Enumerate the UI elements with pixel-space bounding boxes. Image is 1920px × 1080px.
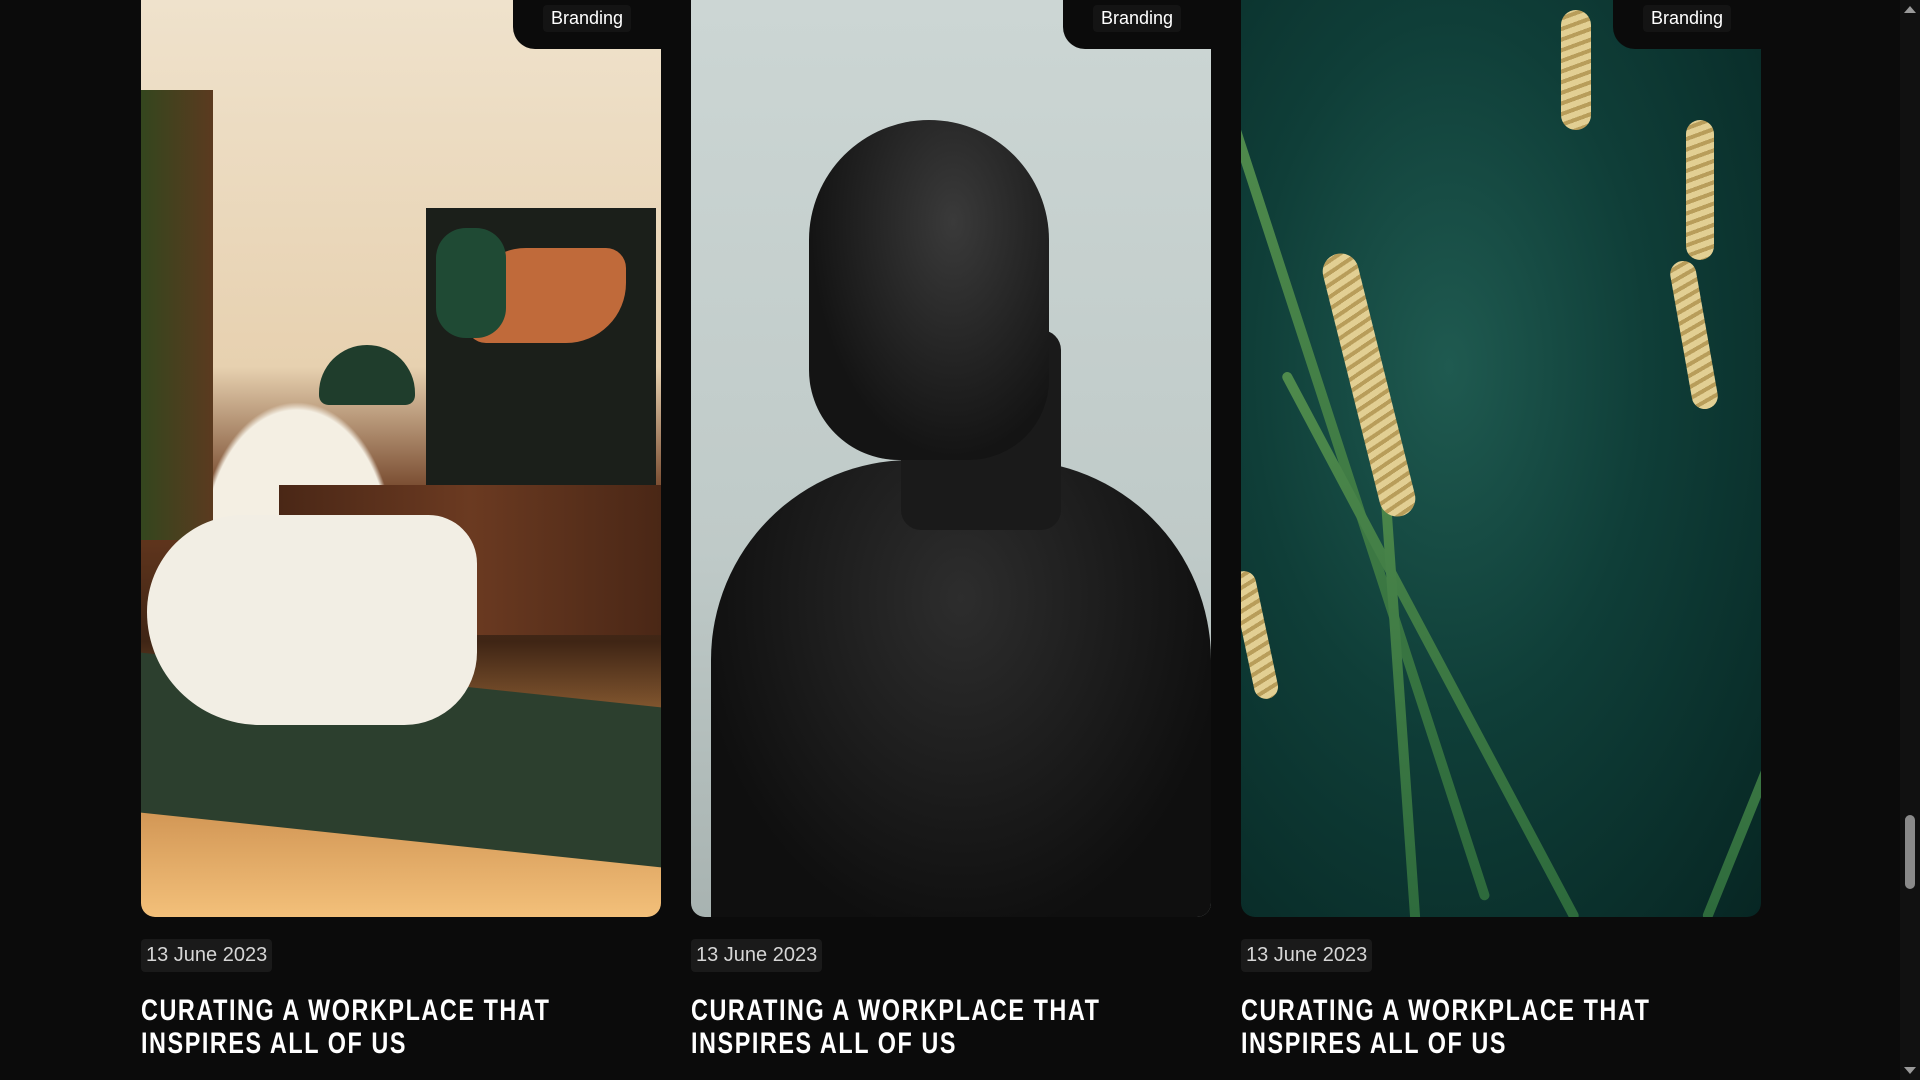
scroll-up-arrow-icon[interactable] [1904,6,1916,13]
scroll-down-arrow-icon[interactable] [1904,1067,1916,1074]
post-image-interior[interactable]: Branding [141,0,661,917]
interior-photo [141,0,661,917]
vertical-scrollbar[interactable] [1900,0,1920,1080]
tag-tab: Branding [1062,0,1211,49]
photo-helmet [809,120,1049,460]
tag-tab: Branding [512,0,661,49]
post-grid: Branding 13 June 2023 CURATING A WORKPLA… [141,0,1761,1060]
scrollbar-thumb[interactable] [1905,815,1915,889]
post-title[interactable]: CURATING A WORKPLACE THAT INSPIRES ALL O… [691,994,1198,1060]
post-card[interactable]: Branding 13 June 2023 CURATING A WORKPLA… [141,0,661,1060]
photo-lamp [319,345,415,405]
photo-door [141,90,213,540]
photo-blade [1241,118,1491,902]
photo-seedhead [1686,120,1714,260]
category-tag[interactable]: Branding [542,5,631,32]
grass-photo [1241,0,1761,917]
figure-photo [691,0,1211,917]
photo-chair [147,515,477,725]
category-tag[interactable]: Branding [1642,5,1731,32]
post-image-figure[interactable]: Branding [691,0,1211,917]
photo-blade [1280,370,1581,917]
post-date: 13 June 2023 [691,939,823,972]
blog-listing-page: Branding 13 June 2023 CURATING A WORKPLA… [0,0,1920,1080]
post-title[interactable]: CURATING A WORKPLACE THAT INSPIRES ALL O… [1241,994,1748,1060]
post-card[interactable]: Branding 13 June 2023 CURATING A WORKPLA… [1241,0,1761,1060]
photo-seedhead [1241,568,1281,702]
post-card[interactable]: Branding 13 June 2023 CURATING A WORKPLA… [691,0,1211,1060]
tag-tab: Branding [1612,0,1761,49]
category-tag[interactable]: Branding [1092,5,1181,32]
post-title[interactable]: CURATING A WORKPLACE THAT INSPIRES ALL O… [141,994,648,1060]
photo-seedhead [1668,258,1720,412]
photo-seedhead [1561,10,1591,130]
photo-painting [426,208,656,486]
post-date: 13 June 2023 [1241,939,1373,972]
post-date: 13 June 2023 [141,939,273,972]
photo-seedhead [1318,249,1420,521]
photo-blade [1701,528,1761,917]
post-image-grass[interactable]: Branding [1241,0,1761,917]
